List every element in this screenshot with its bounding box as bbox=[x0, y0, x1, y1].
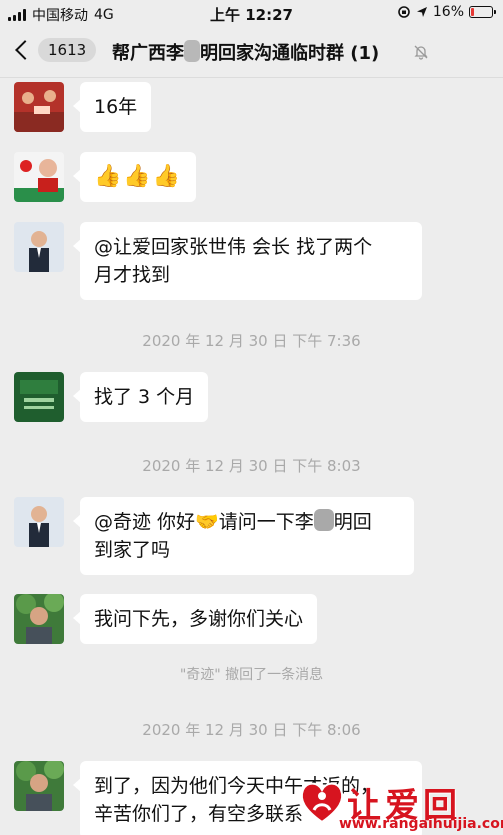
status-right: 16% bbox=[397, 4, 496, 20]
handshake-emoji: 🤝 bbox=[195, 511, 219, 533]
message-text: 16年 bbox=[94, 96, 138, 118]
title-suffix: 明回家沟通临时群 bbox=[200, 43, 344, 64]
watermark-logo: 让爱回家 www.rangaihuijia.com bbox=[297, 778, 503, 834]
message-text-line: @奇迹 你好🤝请问一下李 明回 bbox=[94, 508, 400, 536]
avatar-red-volunteers[interactable] bbox=[14, 82, 64, 132]
message-text-line: @让爱回家张世伟 会长 找了两个 bbox=[94, 236, 373, 258]
message-row: 找了 3 个月 bbox=[14, 372, 209, 422]
thumbs-up-emoji: 👍👍👍 bbox=[94, 164, 183, 189]
message-row: 我问下先，多谢你们关心 bbox=[14, 594, 318, 644]
avatar-man-suit[interactable] bbox=[14, 497, 64, 547]
message-text: 请问一下李 bbox=[218, 511, 314, 533]
message-text: 找了 3 个月 bbox=[94, 386, 195, 408]
battery-percent: 16% bbox=[432, 4, 464, 20]
chat-title: 帮广西李 明回家沟通临时群 (1) bbox=[112, 39, 379, 65]
battery-icon bbox=[469, 6, 496, 18]
timestamp: 2020 年 12 月 30 日 下午 7:36 bbox=[142, 332, 361, 350]
message-bubble[interactable]: 16年 bbox=[72, 82, 152, 132]
message-row: 16年 bbox=[14, 82, 152, 132]
chat-header: 1613 帮广西李 明回家沟通临时群 (1) bbox=[0, 26, 503, 78]
avatar-volunteer-logo[interactable] bbox=[14, 152, 64, 202]
location-icon bbox=[416, 7, 427, 17]
status-bar: 中国移动 4G 上午 12:27 16% bbox=[0, 0, 503, 26]
message-row: @奇迹 你好🤝请问一下李 明回 到家了吗 bbox=[14, 497, 414, 575]
message-text: @奇迹 你好 bbox=[94, 511, 196, 533]
mute-bell-icon bbox=[414, 45, 428, 60]
back-button[interactable]: 1613 bbox=[12, 38, 97, 62]
avatar-man-suit[interactable] bbox=[14, 222, 64, 272]
message-bubble[interactable]: 我问下先，多谢你们关心 bbox=[72, 594, 318, 644]
message-row: @让爱回家张世伟 会长 找了两个 月才找到 bbox=[14, 222, 422, 300]
timestamp: 2020 年 12 月 30 日 下午 8:06 bbox=[142, 721, 361, 739]
message-row: 👍👍👍 bbox=[14, 152, 197, 202]
message-bubble[interactable]: 找了 3 个月 bbox=[72, 372, 209, 422]
chevron-left-icon bbox=[15, 40, 35, 60]
redacted-block bbox=[313, 509, 334, 531]
timestamp: 2020 年 12 月 30 日 下午 8:03 bbox=[142, 457, 361, 475]
unread-count-badge: 1613 bbox=[38, 38, 97, 62]
message-text: 明回 bbox=[333, 511, 372, 533]
watermark-url: www.rangaihuijia.com bbox=[339, 816, 503, 832]
avatar-man-tree[interactable] bbox=[14, 761, 64, 811]
redacted-block bbox=[184, 40, 200, 62]
battery-level bbox=[471, 8, 475, 16]
member-count: (1) bbox=[350, 43, 380, 64]
avatar-green-sign[interactable] bbox=[14, 372, 64, 422]
avatar-man-tree[interactable] bbox=[14, 594, 64, 644]
message-text-line: 到家了吗 bbox=[94, 539, 171, 561]
message-bubble[interactable]: 👍👍👍 bbox=[72, 152, 197, 202]
recall-notice: "奇迹" 撤回了一条消息 bbox=[179, 667, 324, 683]
orientation-lock-icon bbox=[398, 6, 410, 18]
message-bubble[interactable]: @奇迹 你好🤝请问一下李 明回 到家了吗 bbox=[73, 497, 414, 575]
message-text: 我问下先，多谢你们关心 bbox=[94, 608, 304, 630]
message-bubble[interactable]: @让爱回家张世伟 会长 找了两个 月才找到 bbox=[73, 222, 422, 300]
title-prefix: 帮广西李 bbox=[112, 43, 184, 64]
message-text-line: 月才找到 bbox=[94, 264, 171, 286]
